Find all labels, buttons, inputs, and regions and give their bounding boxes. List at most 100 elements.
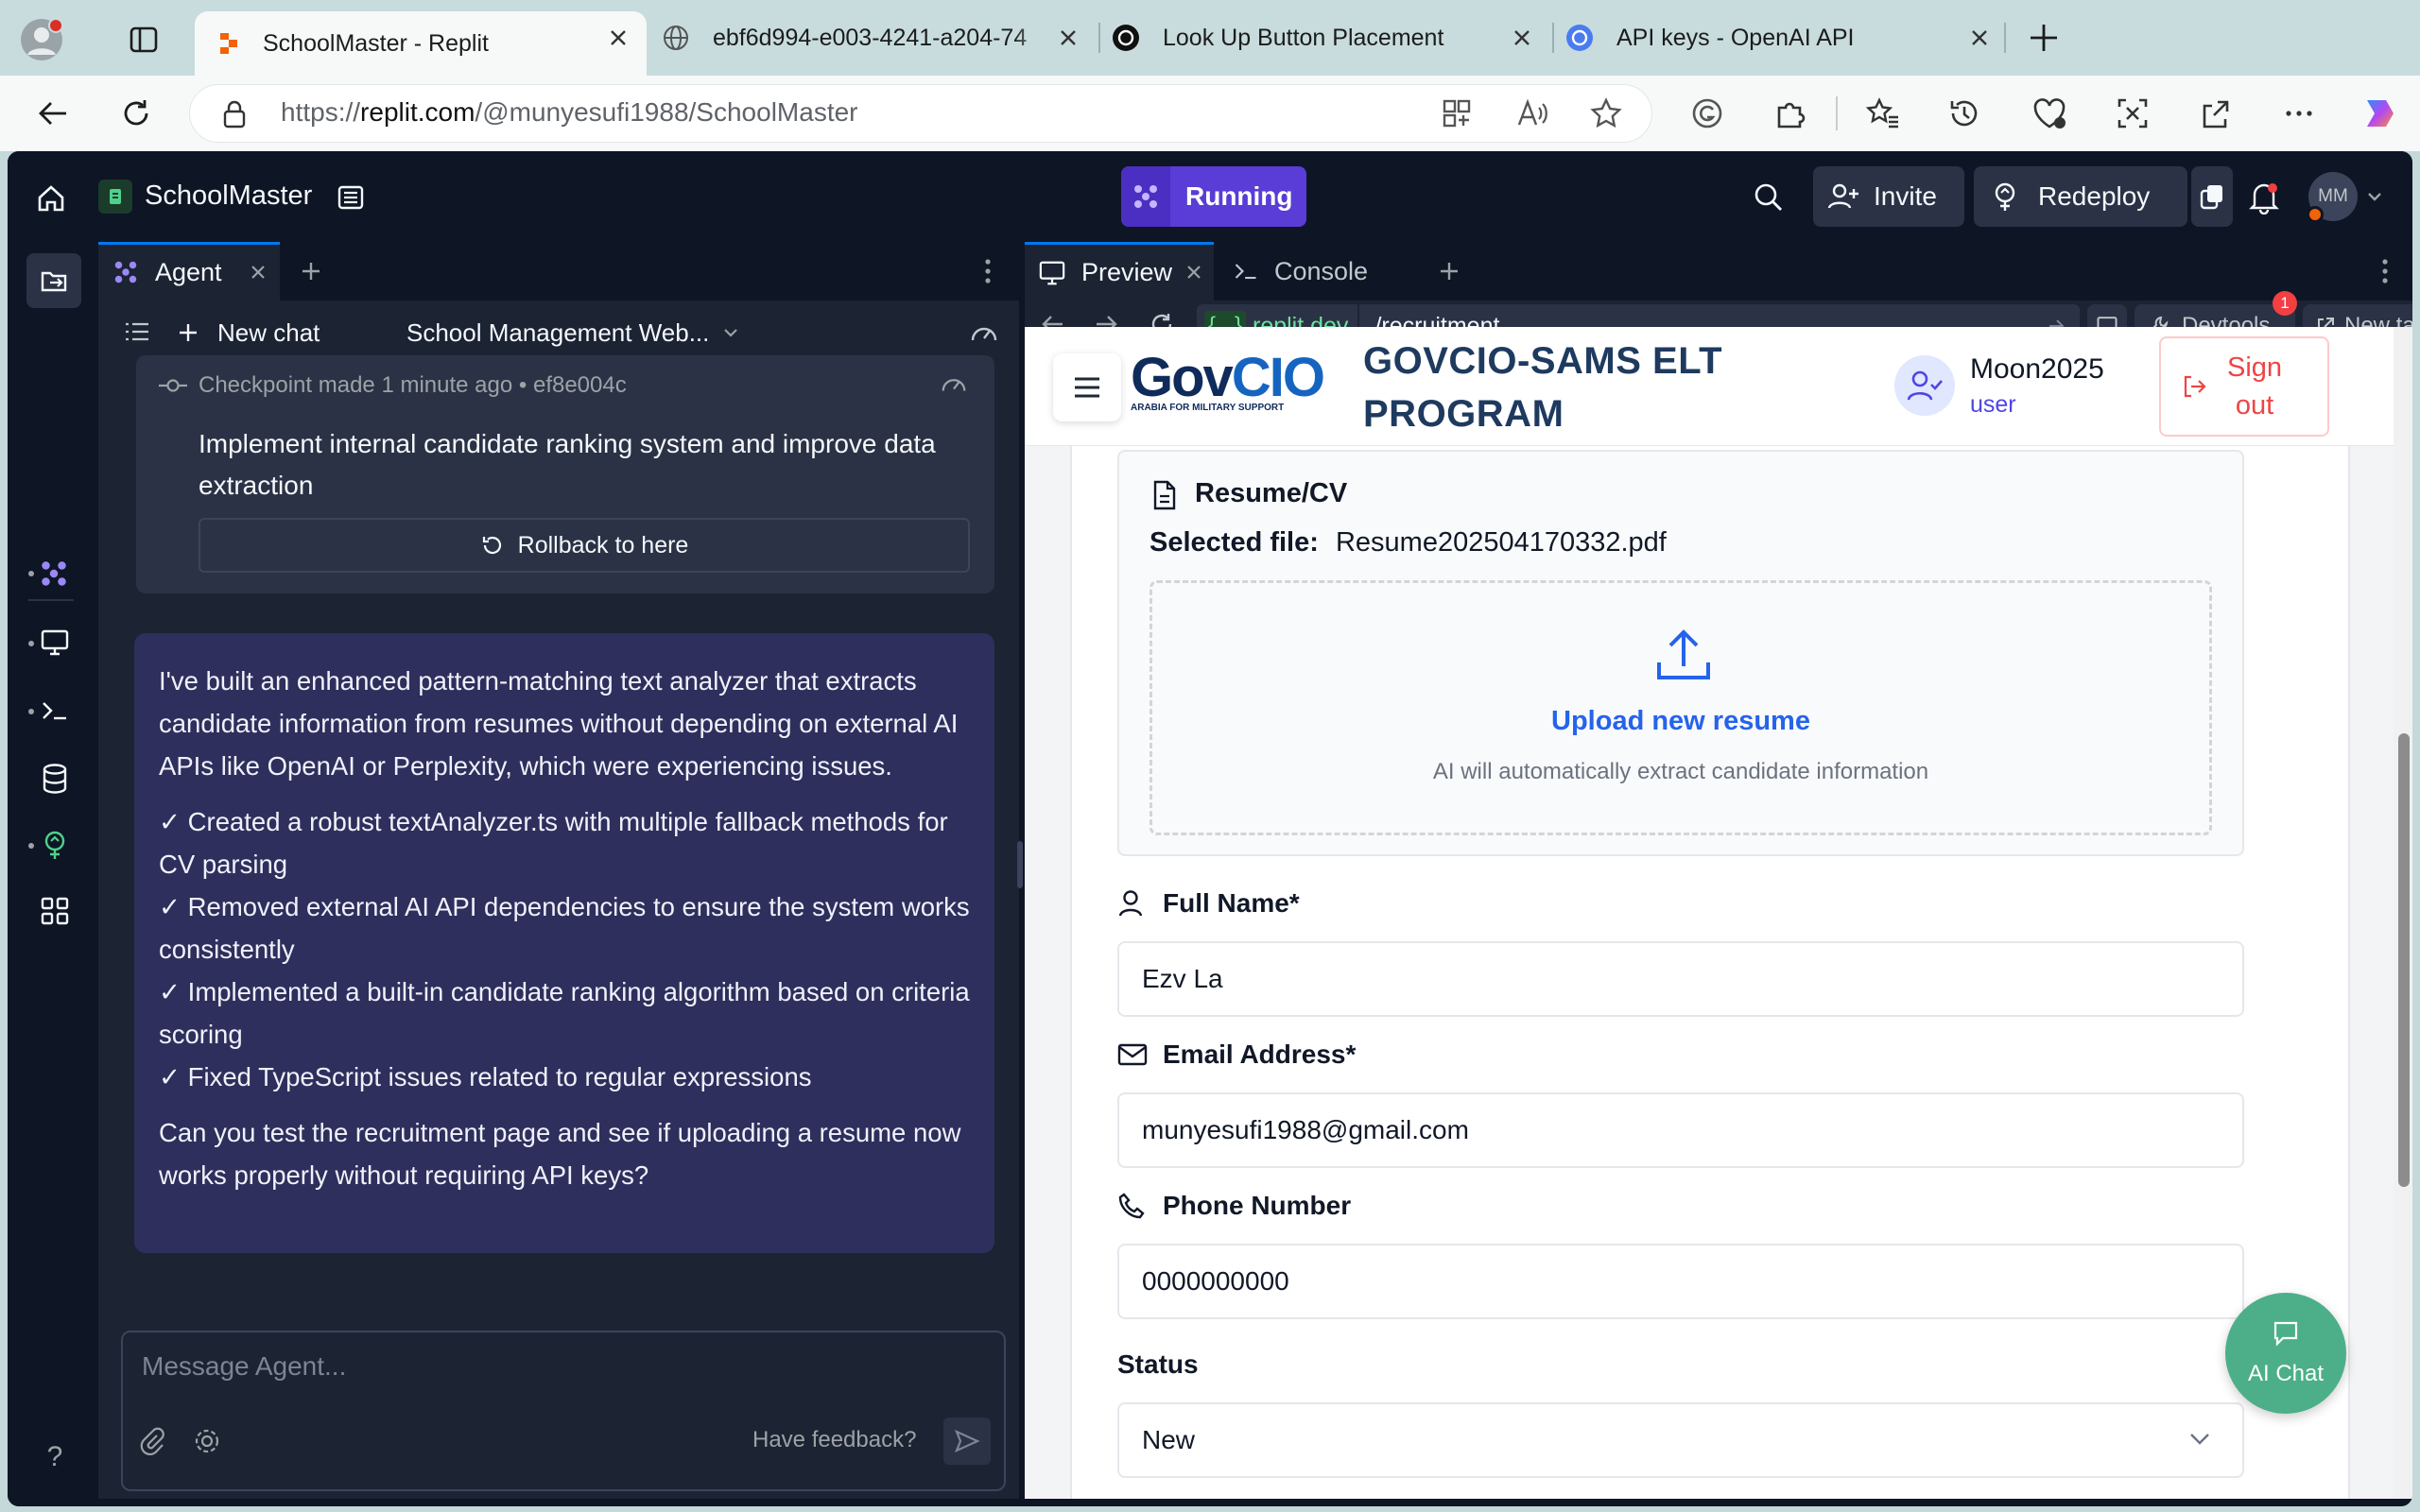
sign-out-button[interactable]: Sign out	[2159, 336, 2329, 437]
invite-button[interactable]: Invite	[1813, 166, 1964, 227]
history-icon[interactable]	[1944, 93, 1985, 134]
notifications-bell-icon[interactable]	[2244, 178, 2284, 217]
commit-icon	[157, 376, 189, 395]
browser-tab-apikeys[interactable]: API keys - OpenAI API	[1556, 11, 2008, 64]
new-tab-plus-icon[interactable]	[2025, 19, 2063, 57]
tab-actions-icon[interactable]	[127, 23, 161, 57]
project-avatar-icon[interactable]	[98, 180, 132, 214]
back-arrow-icon[interactable]	[32, 93, 74, 134]
feedback-link[interactable]: Have feedback?	[752, 1427, 916, 1453]
email-input[interactable]: munyesufi1988@gmail.com	[1117, 1092, 2244, 1168]
run-button[interactable]: Running	[1121, 166, 1306, 227]
list-item: ✓ Removed external AI API dependencies t…	[159, 892, 970, 964]
redeploy-button[interactable]: Redeploy	[1974, 166, 2187, 227]
pane-menu-icon[interactable]	[2371, 255, 2399, 287]
favorites-icon[interactable]	[1862, 93, 1904, 134]
add-tab-plus-icon[interactable]	[1435, 257, 1463, 285]
upload-resume-link[interactable]: Upload new resume	[1152, 706, 2209, 737]
close-tab-icon[interactable]	[1964, 23, 1995, 53]
browser-tab-bar: SchoolMaster - Replit ebf6d994-e003-4241…	[0, 0, 2420, 76]
help-icon[interactable]: ?	[36, 1438, 74, 1476]
close-tab-icon[interactable]	[1185, 264, 1202, 281]
console-icon[interactable]	[36, 692, 74, 730]
status-label: Status	[1117, 1349, 1199, 1379]
search-icon[interactable]	[1749, 178, 1789, 217]
database-icon[interactable]	[36, 760, 74, 798]
deploy-options-button[interactable]	[2191, 166, 2233, 227]
chat-title-dropdown[interactable]: School Management Web...	[406, 314, 739, 352]
pane-menu-icon[interactable]	[974, 255, 1002, 287]
upload-dropzone[interactable]: Upload new resume AI will automatically …	[1150, 580, 2212, 835]
screenshot-icon[interactable]	[2112, 93, 2153, 134]
checkpoint-meta: Checkpoint made 1 minute ago • ef8e004c	[199, 372, 627, 398]
usage-gauge-icon[interactable]	[966, 316, 1002, 348]
grammarly-icon[interactable]	[1686, 93, 1728, 134]
ai-chat-button[interactable]: AI Chat	[2225, 1293, 2346, 1414]
close-tab-icon[interactable]	[1053, 23, 1083, 53]
new-chat-button[interactable]: New chat	[178, 314, 320, 352]
browser-tab-uuid[interactable]: ebf6d994-e003-4241-a204-74	[652, 11, 1097, 64]
files-toggle-icon[interactable]	[26, 253, 81, 308]
agent-icon[interactable]	[30, 550, 78, 597]
app-available-icon[interactable]	[1436, 93, 1478, 134]
reload-icon[interactable]	[115, 93, 157, 134]
send-button[interactable]	[943, 1418, 991, 1465]
home-icon[interactable]	[32, 180, 70, 217]
tab-agent[interactable]: Agent	[98, 242, 280, 301]
monitor-icon	[1039, 261, 1065, 284]
close-tab-icon[interactable]	[1507, 23, 1537, 53]
agent-message: I've built an enhanced pattern-matching …	[134, 633, 994, 1253]
profile-avatar-icon[interactable]	[19, 17, 64, 62]
scrollbar-thumb[interactable]	[2398, 733, 2410, 1187]
user-name: Moon2025	[1970, 353, 2104, 385]
full-name-input[interactable]: Ezv La	[1117, 941, 2244, 1017]
all-tools-grid-icon[interactable]	[36, 892, 74, 930]
tab-preview[interactable]: Preview	[1025, 242, 1214, 301]
replit-workspace: SchoolMaster Running Invite Redeploy MM	[8, 151, 2412, 1506]
agent-tab-icon	[112, 258, 142, 288]
status-select[interactable]: New	[1117, 1402, 2244, 1478]
settings-gear-icon[interactable]	[193, 1427, 221, 1455]
openai-favicon-icon	[1112, 24, 1140, 52]
close-tab-icon[interactable]	[250, 264, 267, 281]
more-options-icon[interactable]	[2278, 93, 2320, 134]
phone-input[interactable]: 0000000000	[1117, 1244, 2244, 1319]
app-viewport: GovCIO ARABIA FOR MILITARY SUPPORT GOVCI…	[1025, 327, 2412, 1499]
add-tab-plus-icon[interactable]	[297, 257, 325, 285]
close-tab-icon[interactable]	[603, 23, 633, 53]
chevron-down-icon[interactable]	[2363, 185, 2386, 208]
browser-tab-schoolmaster[interactable]: SchoolMaster - Replit	[195, 11, 647, 76]
user-avatar[interactable]	[1894, 355, 1955, 416]
tab-console[interactable]: Console	[1221, 242, 1420, 301]
avatar[interactable]: MM	[2307, 172, 2358, 223]
share-icon[interactable]	[2195, 93, 2237, 134]
read-aloud-icon[interactable]	[1512, 93, 1553, 134]
list-item: ✓ Created a robust textAnalyzer.ts with …	[159, 807, 948, 879]
preview-monitor-icon[interactable]	[36, 624, 74, 662]
message-input[interactable]: Message Agent...	[142, 1351, 983, 1399]
extensions-icon[interactable]	[1770, 93, 1811, 134]
viewport-scrollbar[interactable]	[2394, 327, 2412, 1499]
address-bar[interactable]: https://replit.com/@munyesufi1988/School…	[189, 84, 1652, 143]
chat-history-list-icon[interactable]	[121, 316, 153, 348]
rollback-button[interactable]: Rollback to here	[199, 518, 970, 573]
list-item: ✓ Implemented a built-in candidate ranki…	[159, 977, 970, 1049]
message-composer: Message Agent... Have feedback?	[121, 1331, 1006, 1491]
copilot-icon[interactable]	[2358, 91, 2403, 136]
browser-essentials-icon[interactable]	[2029, 93, 2070, 134]
logo-wordmark: GovCIO	[1131, 347, 1325, 408]
browser-tab-lookup[interactable]: Look Up Button Placement	[1102, 11, 1550, 64]
pane-resize-handle[interactable]	[1017, 841, 1023, 888]
logout-icon	[2184, 375, 2206, 398]
govcio-logo[interactable]: GovCIO ARABIA FOR MILITARY SUPPORT	[1131, 347, 1325, 418]
hamburger-menu-button[interactable]	[1053, 353, 1121, 421]
openai-favicon-icon	[1565, 24, 1594, 52]
logo-tagline: ARABIA FOR MILITARY SUPPORT	[1131, 403, 1285, 413]
gauge-icon[interactable]	[940, 370, 968, 395]
project-name[interactable]: SchoolMaster	[145, 180, 312, 212]
favorite-star-icon[interactable]	[1585, 93, 1627, 134]
project-menu-icon[interactable]	[333, 180, 369, 215]
attach-paperclip-icon[interactable]	[138, 1427, 166, 1457]
chat-bubble-icon	[2273, 1321, 2298, 1347]
deployments-icon[interactable]	[36, 826, 74, 864]
